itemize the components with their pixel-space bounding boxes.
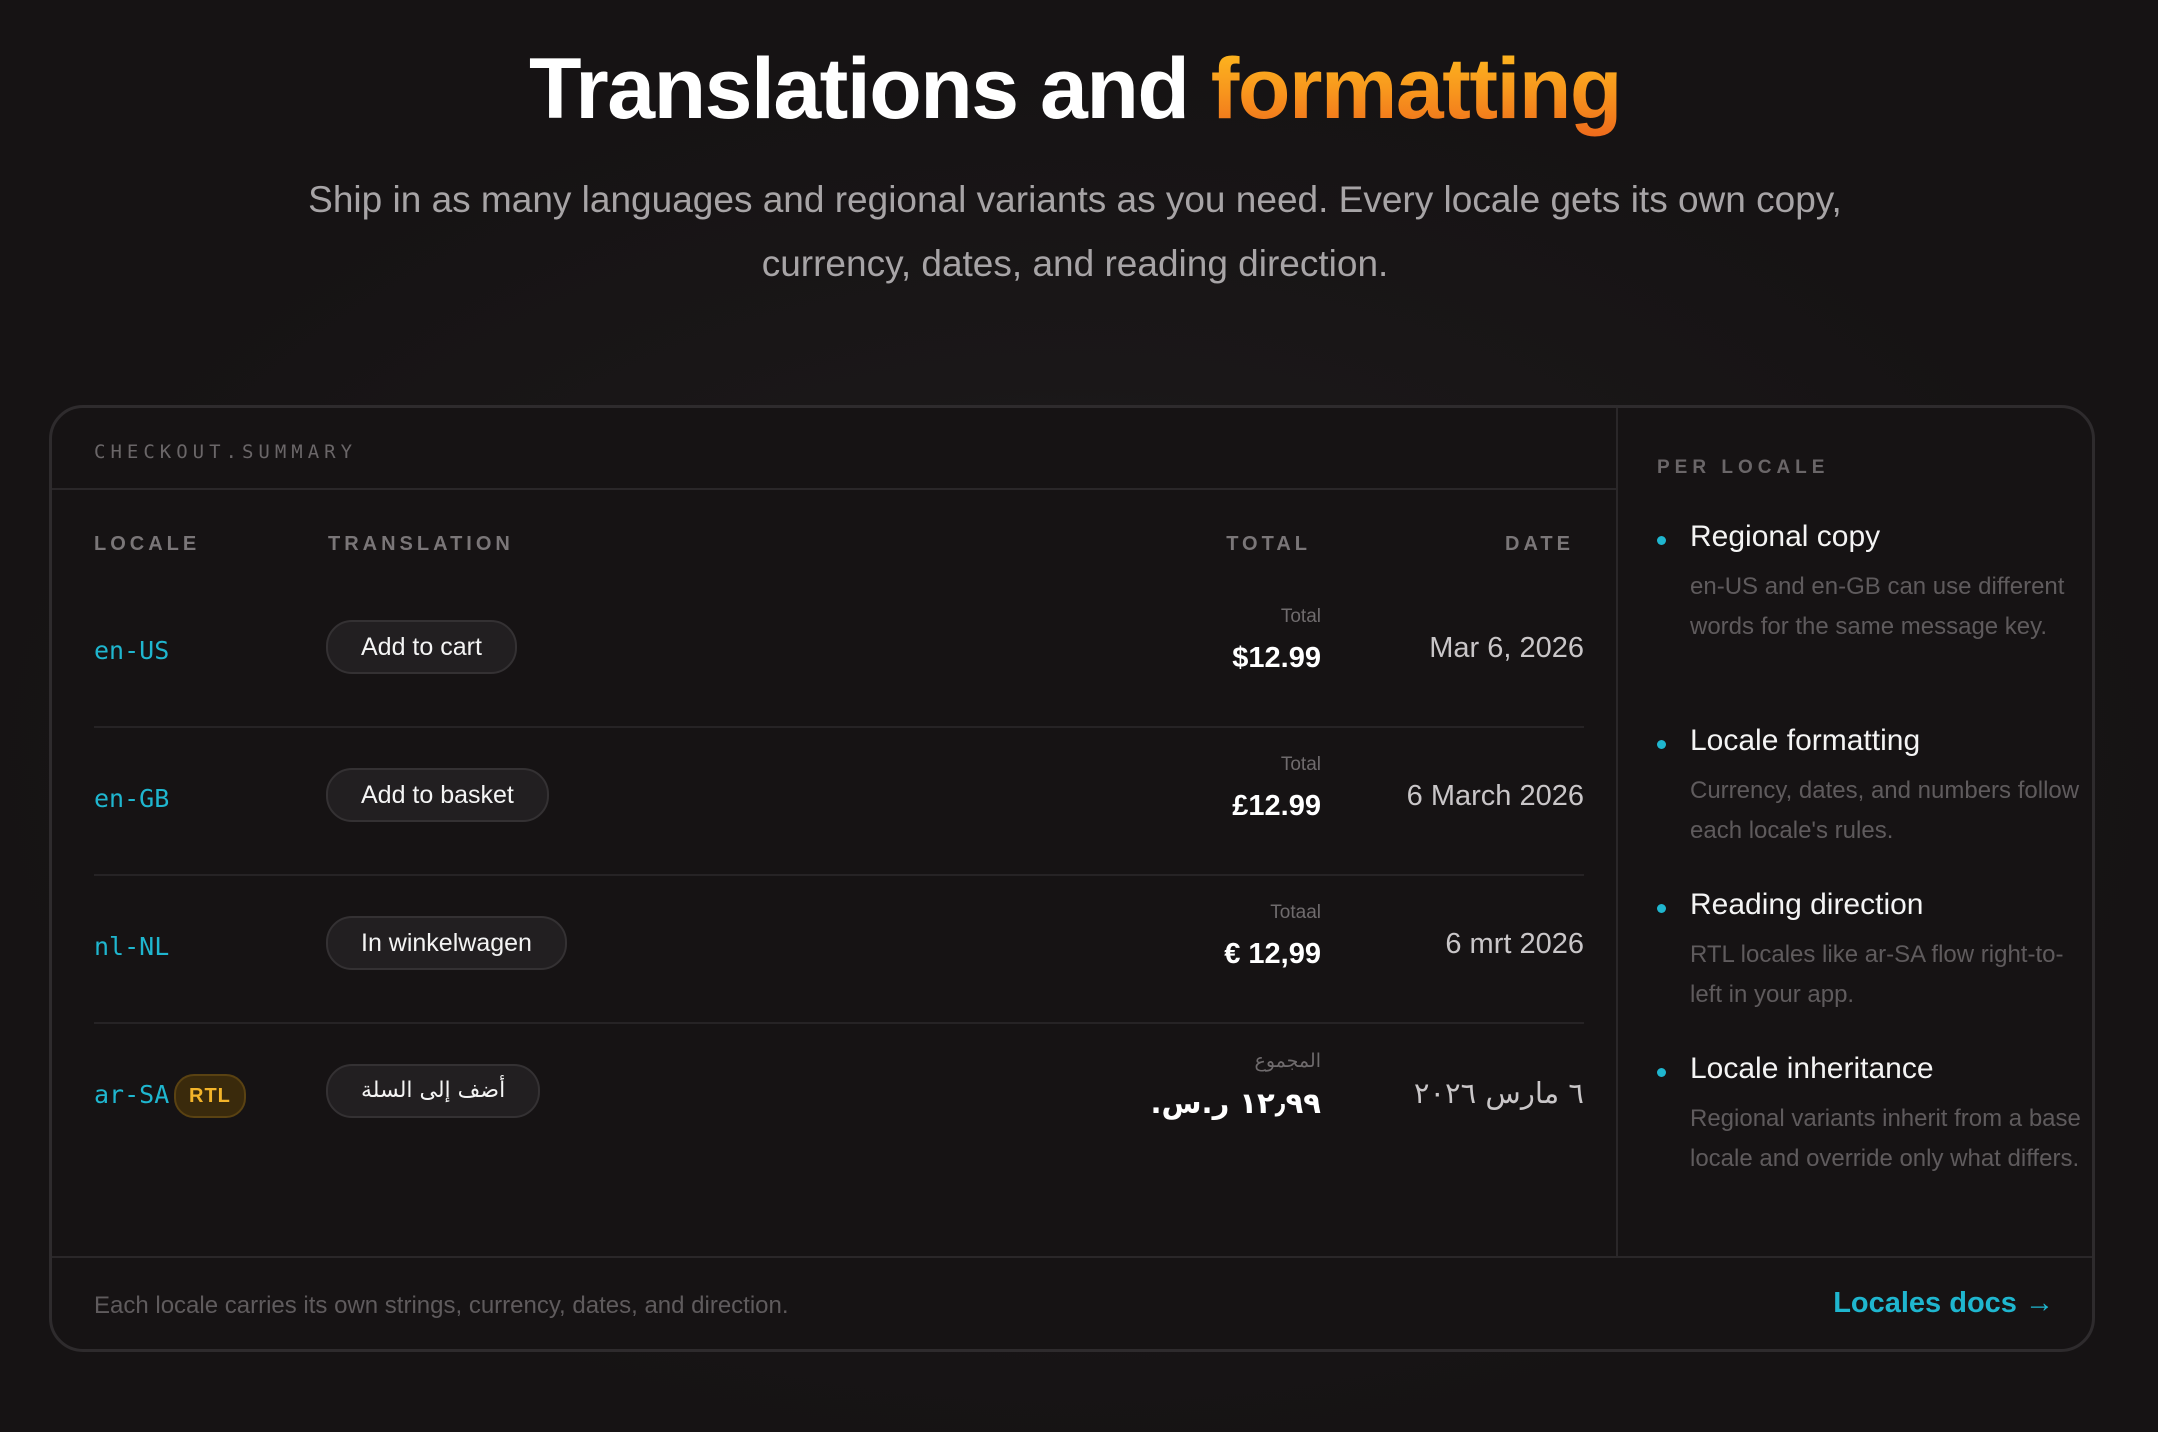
feature-description: Regional variants inherit from a base lo… <box>1690 1105 2081 1172</box>
locales-docs-link[interactable]: Locales docs → <box>1833 1287 2054 1320</box>
total-value: $12.99 <box>1232 642 1321 674</box>
locale-code: en-US <box>94 636 170 665</box>
hero-title-accent: formatting <box>1210 41 1623 137</box>
feature-description: en-US and en-GB can use different words … <box>1690 573 2065 640</box>
feature-title: Reading direction <box>1690 888 1924 921</box>
feature-title: Locale inheritance <box>1690 1052 1934 1085</box>
per-locale-label: PER LOCALE <box>1657 457 1830 478</box>
bullet-dot-icon <box>1657 536 1666 545</box>
table-row-ar-sa: ar-SA RTL أضف إلى السلة المجموع ١٢٫٩٩ ر.… <box>94 1024 1584 1172</box>
hero-subtitle: Ship in as many languages and regional v… <box>308 179 1842 284</box>
date-value: 6 mrt 2026 <box>1445 928 1584 960</box>
panel-divider <box>52 488 1616 490</box>
feature-title: Regional copy <box>1690 520 1881 553</box>
locale-code: en-GB <box>94 784 170 813</box>
locale-demo-card: CHECKOUT.SUMMARY LOCALE TRANSLATION TOTA… <box>49 405 2095 1352</box>
table-row-en-us: en-US Add to cart Total $12.99 Mar 6, 20… <box>94 580 1584 728</box>
date-value: 6 March 2026 <box>1406 780 1584 812</box>
locale-code: ar-SA <box>94 1080 170 1109</box>
total-label: المجموع <box>1254 1050 1321 1072</box>
date-value: Mar 6, 2026 <box>1429 632 1584 664</box>
column-header-translation: TRANSLATION <box>328 533 514 555</box>
message-key-label: CHECKOUT.SUMMARY <box>94 441 358 463</box>
table-row-nl-nl: nl-NL In winkelwagen Totaal € 12,99 6 mr… <box>94 876 1584 1024</box>
table-row-en-gb: en-GB Add to basket Total £12.99 6 March… <box>94 728 1584 876</box>
total-label: Totaal <box>1270 902 1321 923</box>
total-value: ١٢٫٩٩ ر.س. <box>1150 1086 1321 1120</box>
feature-description: RTL locales like ar-SA flow right-to-lef… <box>1690 941 2064 1008</box>
rtl-badge: RTL <box>174 1074 246 1118</box>
per-locale-panel: PER LOCALE Regional copy en-US and en-GB… <box>1618 408 2092 1256</box>
footer-caption: Each locale carries its own strings, cur… <box>94 1292 789 1319</box>
total-value: € 12,99 <box>1224 938 1321 970</box>
translation-pill[interactable]: Add to basket <box>326 768 549 822</box>
column-header-locale: LOCALE <box>94 533 201 555</box>
bullet-dot-icon <box>1657 1068 1666 1077</box>
total-label: Total <box>1280 754 1321 775</box>
bullet-dot-icon <box>1657 740 1666 749</box>
translation-pill[interactable]: In winkelwagen <box>326 916 567 970</box>
hero-title: Translations and formatting <box>0 40 2150 139</box>
feature-description: Currency, dates, and numbers follow each… <box>1690 777 2080 844</box>
translation-table-panel: CHECKOUT.SUMMARY LOCALE TRANSLATION TOTA… <box>52 408 1618 1256</box>
translation-pill[interactable]: أضف إلى السلة <box>326 1064 541 1118</box>
column-header-date: DATE <box>1505 533 1574 555</box>
date-value: ٦ مارس ٢٠٢٦ <box>1413 1076 1584 1110</box>
feature-title: Locale formatting <box>1690 724 1921 757</box>
hero-title-main: Translations and <box>529 41 1211 137</box>
column-header-total: TOTAL <box>1226 533 1311 555</box>
footer-divider <box>52 1256 2092 1258</box>
total-label: Total <box>1280 606 1321 627</box>
bullet-dot-icon <box>1657 904 1666 913</box>
locale-code: nl-NL <box>94 932 170 961</box>
translation-pill[interactable]: Add to cart <box>326 620 517 674</box>
total-value: £12.99 <box>1232 790 1321 822</box>
